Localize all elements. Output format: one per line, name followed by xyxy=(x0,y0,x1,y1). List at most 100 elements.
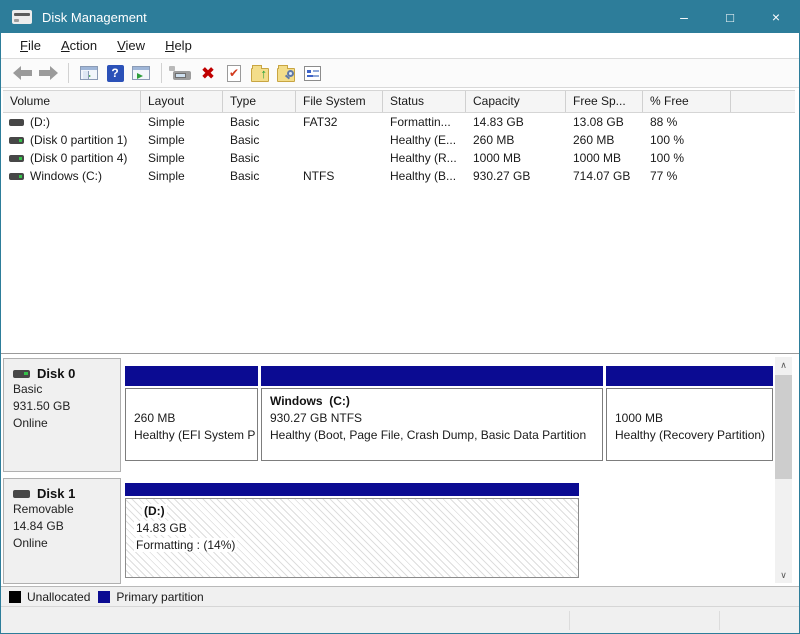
legend-bar: Unallocated Primary partition xyxy=(1,586,799,606)
forward-button[interactable] xyxy=(35,61,61,85)
window-title: Disk Management xyxy=(42,10,147,25)
partition-color-bar xyxy=(125,483,579,496)
window-controls: – □ × xyxy=(661,1,799,33)
volume-name: (Disk 0 partition 1) xyxy=(30,133,127,147)
statusbar-divider xyxy=(569,611,570,630)
toolbar: ? ✖ ✔ ↑ xyxy=(1,59,799,88)
partition-recovery[interactable]: 1000 MB Healthy (Recovery Partition) xyxy=(606,366,773,461)
help-button[interactable]: ? xyxy=(102,61,128,85)
disk-capacity: 931.50 GB xyxy=(13,398,111,415)
partition-d-formatting[interactable]: (D:) 14.83 GB Formatting : (14%) xyxy=(125,483,579,578)
table-row[interactable]: (D:) Simple Basic FAT32 Formattin... 14.… xyxy=(3,113,795,131)
disk-view-button[interactable] xyxy=(169,61,195,85)
cell-pct-free: 77 % xyxy=(643,169,731,183)
app-disk-icon xyxy=(12,10,32,24)
partition-windows-c[interactable]: Windows (C:) 930.27 GB NTFS Healthy (Boo… xyxy=(261,366,603,461)
console-tree-icon xyxy=(80,66,98,80)
delete-button[interactable]: ✖ xyxy=(195,61,221,85)
menu-file[interactable]: File xyxy=(11,35,50,56)
close-button[interactable]: × xyxy=(753,1,799,33)
volume-icon xyxy=(9,119,24,126)
partition-efi[interactable]: 260 MB Healthy (EFI System P xyxy=(125,366,258,461)
menu-bar: File Action View Help xyxy=(1,33,799,59)
disk1-label[interactable]: Disk 1 Removable 14.84 GB Online xyxy=(3,478,121,584)
table-row[interactable]: Windows (C:) Simple Basic NTFS Healthy (… xyxy=(3,167,795,185)
volume-icon xyxy=(9,137,24,144)
column-header-status[interactable]: Status xyxy=(383,91,466,112)
cell-capacity: 14.83 GB xyxy=(466,115,566,129)
back-button[interactable] xyxy=(9,61,35,85)
cell-free-space: 714.07 GB xyxy=(566,169,643,183)
scrollbar-thumb[interactable] xyxy=(775,375,792,479)
cell-status: Healthy (E... xyxy=(383,133,466,147)
cell-type: Basic xyxy=(223,169,296,183)
volume-table-header: Volume Layout Type File System Status Ca… xyxy=(3,90,795,113)
show-action-pane-button[interactable] xyxy=(128,61,154,85)
cell-pct-free: 100 % xyxy=(643,151,731,165)
titlebar: Disk Management – □ × xyxy=(1,1,799,33)
column-header-layout[interactable]: Layout xyxy=(141,91,223,112)
cell-pct-free: 100 % xyxy=(643,133,731,147)
cell-status: Healthy (R... xyxy=(383,151,466,165)
disk0-partitions: 260 MB Healthy (EFI System P Windows (C:… xyxy=(123,358,771,472)
minimize-button[interactable]: – xyxy=(661,1,707,33)
volume-icon xyxy=(9,173,24,180)
cell-type: Basic xyxy=(223,115,296,129)
column-header-volume[interactable]: Volume xyxy=(3,91,141,112)
table-row[interactable]: (Disk 0 partition 1) Simple Basic Health… xyxy=(3,131,795,149)
volume-name: (D:) xyxy=(30,115,50,129)
disk-icon xyxy=(13,490,30,498)
partition-color-bar xyxy=(606,366,773,386)
menu-action[interactable]: Action xyxy=(52,35,106,56)
disk0-label[interactable]: Disk 0 Basic 931.50 GB Online xyxy=(3,358,121,472)
volume-icon xyxy=(9,155,24,162)
partition-name xyxy=(134,393,249,410)
column-header-capacity[interactable]: Capacity xyxy=(466,91,566,112)
table-row[interactable]: (Disk 0 partition 4) Simple Basic Health… xyxy=(3,149,795,167)
partition-color-bar xyxy=(125,366,258,386)
column-header-pct-free[interactable]: % Free xyxy=(643,91,731,112)
menu-help[interactable]: Help xyxy=(156,35,201,56)
disk-capacity: 14.84 GB xyxy=(13,518,111,535)
help-icon: ? xyxy=(107,65,124,82)
find-folder-button[interactable] xyxy=(273,61,299,85)
partition-status: Healthy (Recovery Partition) xyxy=(615,427,764,444)
display-options-button[interactable] xyxy=(299,61,325,85)
column-header-free-space[interactable]: Free Sp... xyxy=(566,91,643,112)
disk-kind: Removable xyxy=(13,501,111,518)
primary-partition-swatch-icon xyxy=(98,591,110,603)
column-header-file-system[interactable]: File System xyxy=(296,91,383,112)
cell-free-space: 260 MB xyxy=(566,133,643,147)
scroll-up-icon[interactable]: ∧ xyxy=(775,357,792,373)
volume-list: Volume Layout Type File System Status Ca… xyxy=(1,88,799,354)
column-header-filler xyxy=(731,91,795,112)
back-arrow-icon xyxy=(13,66,32,80)
statusbar-divider xyxy=(719,611,720,630)
cell-layout: Simple xyxy=(141,115,223,129)
maximize-button[interactable]: □ xyxy=(707,1,753,33)
delete-icon: ✖ xyxy=(201,65,215,82)
partition-size: 930.27 GB NTFS xyxy=(270,410,594,427)
vertical-scrollbar[interactable]: ∧ ∨ xyxy=(775,357,792,583)
column-header-type[interactable]: Type xyxy=(223,91,296,112)
folder-up-icon: ↑ xyxy=(251,68,269,82)
partition-status: Healthy (EFI System P xyxy=(134,427,249,444)
partition-color-bar xyxy=(261,366,603,386)
cell-layout: Simple xyxy=(141,133,223,147)
toolbar-separator xyxy=(68,63,69,83)
show-console-tree-button[interactable] xyxy=(76,61,102,85)
disk-name: Disk 0 xyxy=(37,366,75,381)
cell-type: Basic xyxy=(223,151,296,165)
cell-type: Basic xyxy=(223,133,296,147)
disk-management-window: Disk Management – □ × File Action View H… xyxy=(0,0,800,634)
open-folder-up-button[interactable]: ↑ xyxy=(247,61,273,85)
menu-view[interactable]: View xyxy=(108,35,154,56)
legend-label: Unallocated xyxy=(27,590,90,604)
cell-status: Formattin... xyxy=(383,115,466,129)
scroll-down-icon[interactable]: ∨ xyxy=(775,567,792,583)
cell-layout: Simple xyxy=(141,169,223,183)
status-bar xyxy=(1,606,799,634)
task-check-button[interactable]: ✔ xyxy=(221,61,247,85)
partition-size: 1000 MB xyxy=(615,410,764,427)
partition-name xyxy=(615,393,764,410)
